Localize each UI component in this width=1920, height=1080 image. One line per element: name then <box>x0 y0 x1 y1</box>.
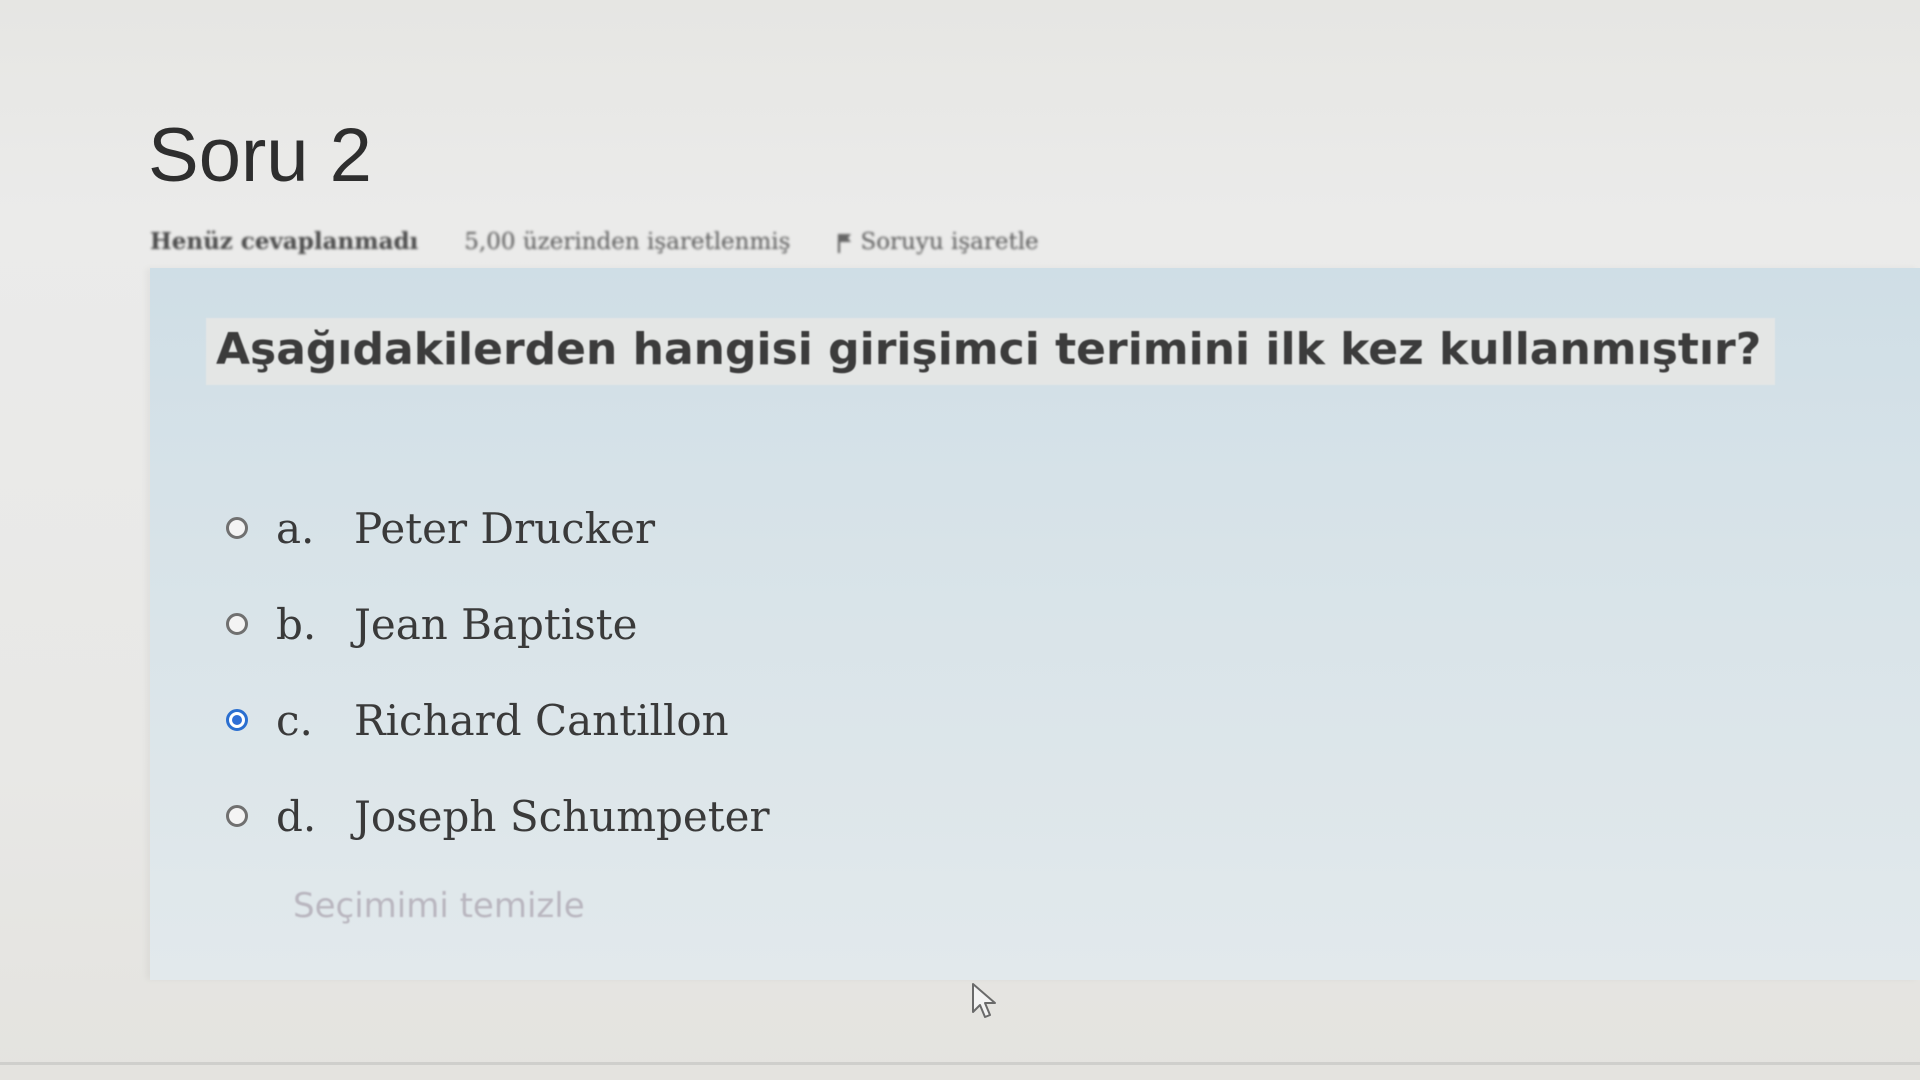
flag-icon <box>836 230 852 254</box>
divider <box>0 1062 1920 1065</box>
option-c-radio[interactable] <box>226 709 248 731</box>
question-status: Henüz cevaplanmadı <box>150 228 419 255</box>
option-c-letter: c. <box>276 695 313 745</box>
question-box: Aşağıdakilerden hangisi girişimci terimi… <box>150 268 1920 980</box>
question-title: Soru 2 <box>148 113 372 198</box>
clear-selection-link[interactable]: Seçimimi temizle <box>293 886 585 926</box>
option-b-label[interactable]: Jean Baptiste <box>354 600 638 649</box>
option-d-radio[interactable] <box>226 805 248 827</box>
option-d-label[interactable]: Joseph Schumpeter <box>354 792 770 841</box>
option-a-radio[interactable] <box>226 517 248 539</box>
option-d[interactable]: d. Joseph Schumpeter <box>226 768 770 864</box>
question-info: Henüz cevaplanmadı 5,00 üzerinden işaret… <box>150 228 1039 255</box>
option-d-letter: d. <box>276 791 317 841</box>
flag-question-label: Soruyu işaretle <box>860 228 1039 255</box>
question-text: Aşağıdakilerden hangisi girişimci terimi… <box>206 318 1776 385</box>
option-b-radio[interactable] <box>226 613 248 635</box>
option-a-label[interactable]: Peter Drucker <box>354 504 655 553</box>
question-marks: 5,00 üzerinden işaretlenmiş <box>464 228 791 255</box>
option-b-letter: b. <box>276 599 317 649</box>
option-a-letter: a. <box>276 503 315 553</box>
option-c[interactable]: c. Richard Cantillon <box>226 672 770 768</box>
mouse-pointer-icon <box>970 982 1000 1022</box>
option-b[interactable]: b. Jean Baptiste <box>226 576 770 672</box>
answer-options: a. Peter Drucker b. Jean Baptiste c. Ric… <box>226 480 770 864</box>
quiz-page: Soru 2 Henüz cevaplanmadı 5,00 üzerinden… <box>0 0 1920 1080</box>
option-c-label[interactable]: Richard Cantillon <box>354 696 729 745</box>
flag-question-link[interactable]: Soruyu işaretle <box>836 228 1039 255</box>
option-a[interactable]: a. Peter Drucker <box>226 480 770 576</box>
